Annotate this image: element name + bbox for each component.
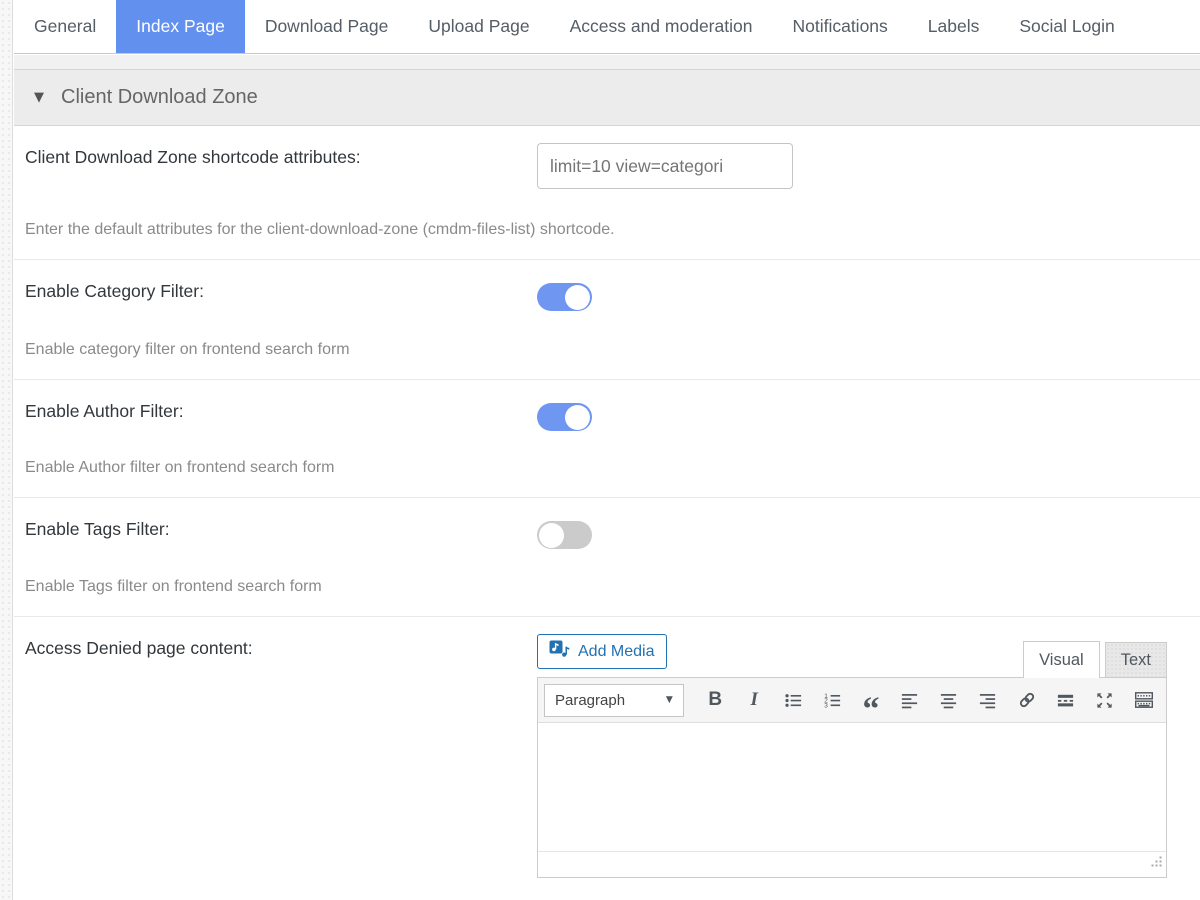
setting-label: Enable Author Filter: <box>25 401 184 421</box>
setting-help-text: Enable category filter on frontend searc… <box>25 341 350 358</box>
resize-grip-icon[interactable] <box>1150 856 1163 874</box>
setting-row-enable-author-filter: Enable Author Filter: Enable Author filt… <box>14 380 1200 498</box>
toggle-knob <box>565 284 590 310</box>
settings-page: General Index Page Download Page Upload … <box>0 0 1200 900</box>
section-header-client-download-zone[interactable]: ▼ Client Download Zone <box>14 69 1200 126</box>
italic-button[interactable]: I <box>738 684 771 717</box>
editor-toolbar: Paragraph ▼ B I 123 “ <box>538 678 1166 727</box>
paragraph-format-dropdown[interactable]: Paragraph ▼ <box>544 683 684 717</box>
setting-label: Client Download Zone shortcode attribute… <box>25 147 361 167</box>
add-media-icon <box>549 640 570 663</box>
editor-media-row: Add Media Visual Text <box>537 633 1167 678</box>
italic-icon: I <box>750 689 758 710</box>
setting-help-text: Enable Author filter on frontend search … <box>25 459 335 476</box>
tab-notifications[interactable]: Notifications <box>772 0 907 53</box>
svg-text:3: 3 <box>824 702 828 709</box>
bullet-list-button[interactable] <box>777 684 810 717</box>
setting-help-text: Enter the default attributes for the cli… <box>25 221 615 238</box>
section-title: Client Download Zone <box>61 86 258 108</box>
align-center-button[interactable] <box>932 684 965 717</box>
chevron-down-icon: ▼ <box>665 695 673 705</box>
read-more-icon <box>1056 691 1075 710</box>
paragraph-format-label: Paragraph <box>555 691 626 709</box>
setting-help-text: Enable Tags filter on frontend search fo… <box>25 578 322 595</box>
category-filter-toggle[interactable] <box>537 283 592 311</box>
read-more-button[interactable] <box>1049 684 1082 717</box>
align-left-icon <box>900 691 919 710</box>
bold-button[interactable]: B <box>699 684 732 717</box>
tab-download-page[interactable]: Download Page <box>245 0 409 53</box>
fullscreen-button[interactable] <box>1088 684 1121 717</box>
editor-tab-visual[interactable]: Visual <box>1023 641 1100 678</box>
numbered-list-button[interactable]: 123 <box>816 684 849 717</box>
add-media-label: Add Media <box>578 642 655 660</box>
setting-label: Access Denied page content: <box>25 638 253 658</box>
author-filter-toggle[interactable] <box>537 403 592 431</box>
fullscreen-icon <box>1095 691 1114 710</box>
settings-tabbar: General Index Page Download Page Upload … <box>14 0 1200 54</box>
insert-link-button[interactable] <box>1010 684 1043 717</box>
setting-row-enable-tags-filter: Enable Tags Filter: Enable Tags filter o… <box>14 498 1200 617</box>
align-right-icon <box>978 691 997 710</box>
setting-row-access-denied-content: Access Denied page content: Add Media Vi… <box>14 617 1200 900</box>
collapse-triangle-icon: ▼ <box>34 90 44 105</box>
align-right-button[interactable] <box>971 684 1004 717</box>
blockquote-button[interactable]: “ <box>855 684 888 727</box>
setting-label: Enable Tags Filter: <box>25 519 170 539</box>
editor-frame: Paragraph ▼ B I 123 “ <box>537 677 1167 878</box>
bullet-list-icon <box>784 691 803 710</box>
keyboard-icon <box>1134 690 1154 710</box>
spacer-strip <box>14 55 1200 69</box>
editor-content[interactable] <box>538 723 1166 851</box>
editor-mode-tabs: Visual Text <box>1023 641 1167 678</box>
setting-label: Enable Category Filter: <box>25 281 204 301</box>
tab-labels[interactable]: Labels <box>908 0 1000 53</box>
bold-icon: B <box>708 689 723 710</box>
toggle-knob <box>565 404 590 430</box>
setting-row-shortcode-attributes: Client Download Zone shortcode attribute… <box>14 126 1200 260</box>
tab-access-and-moderation[interactable]: Access and moderation <box>550 0 773 53</box>
editor-statusbar <box>538 851 1166 877</box>
tags-filter-toggle[interactable] <box>537 521 592 549</box>
setting-row-enable-category-filter: Enable Category Filter: Enable category … <box>14 260 1200 380</box>
numbered-list-icon: 123 <box>823 691 842 710</box>
tab-general[interactable]: General <box>14 0 116 53</box>
add-media-button[interactable]: Add Media <box>537 634 667 669</box>
shortcode-attributes-input[interactable] <box>537 143 793 189</box>
tab-upload-page[interactable]: Upload Page <box>408 0 549 53</box>
left-gutter <box>0 0 13 900</box>
tab-index-page[interactable]: Index Page <box>116 0 245 53</box>
tab-social-login[interactable]: Social Login <box>999 0 1134 53</box>
editor-tab-text[interactable]: Text <box>1104 642 1167 677</box>
wp-editor: Add Media Visual Text Paragraph ▼ B I 1 … <box>537 633 1167 878</box>
align-left-button[interactable] <box>893 684 926 717</box>
link-icon <box>1017 690 1037 710</box>
align-center-icon <box>939 691 958 710</box>
settings-content: Client Download Zone shortcode attribute… <box>14 126 1200 900</box>
keyboard-shortcuts-button[interactable] <box>1127 684 1160 717</box>
toggle-knob <box>539 522 564 548</box>
